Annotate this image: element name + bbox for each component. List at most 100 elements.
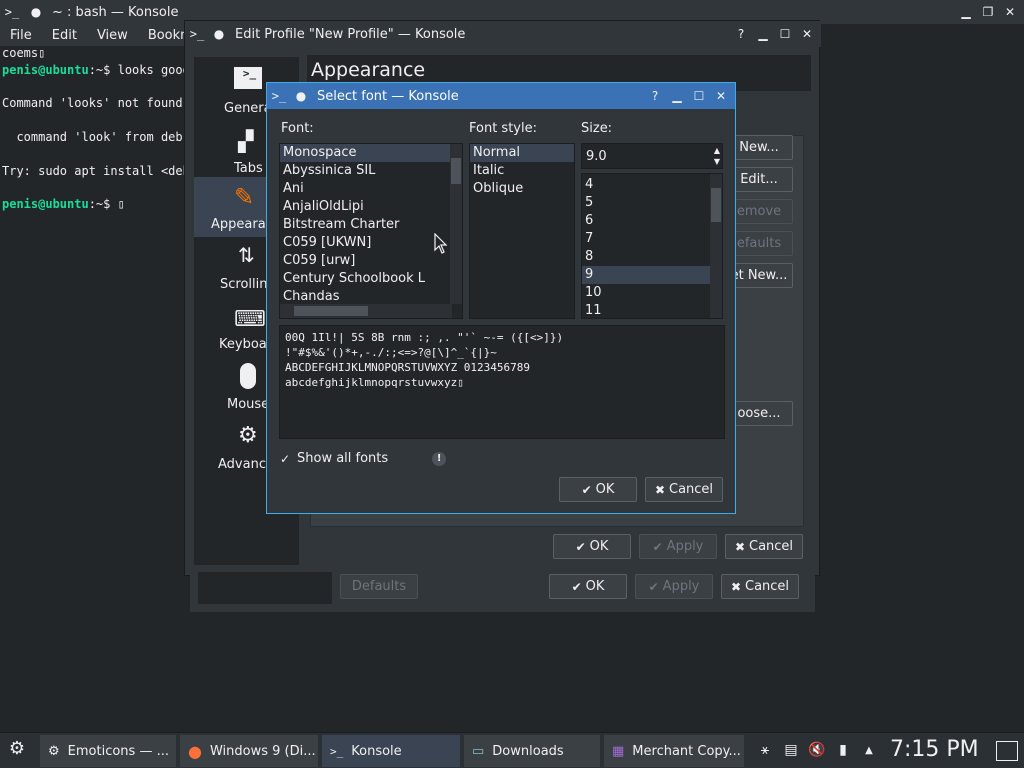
- konsole-icon: >_: [330, 744, 344, 758]
- tabs-icon: ▞: [238, 129, 254, 153]
- font-family-item[interactable]: Century Schoolbook L: [280, 270, 462, 288]
- font-ok-button[interactable]: ✔ OK: [559, 477, 637, 502]
- menu-edit[interactable]: Edit: [42, 28, 87, 43]
- minimize-icon[interactable]: ▁: [669, 88, 685, 104]
- close-icon[interactable]: ✕: [799, 26, 815, 42]
- menu-view[interactable]: View: [87, 28, 138, 43]
- task-emoticons[interactable]: ⚙ Emoticons — ...: [40, 735, 176, 767]
- font-style-list[interactable]: Normal Italic Oblique: [469, 143, 575, 319]
- font-family-item[interactable]: AnjaliOldLipi: [280, 198, 462, 216]
- close-icon[interactable]: ✕: [713, 88, 729, 104]
- clipboard-icon[interactable]: ▤: [782, 741, 800, 759]
- mouse-icon: [240, 363, 256, 389]
- volume-muted-icon[interactable]: 🔇: [808, 741, 826, 759]
- terminal-line: penis@ubuntu:~$ looks good: [2, 63, 190, 80]
- font-family-item[interactable]: Ani: [280, 180, 462, 198]
- maximize-icon[interactable]: ❐: [980, 4, 996, 20]
- scrolling-icon: ⇅: [238, 243, 255, 267]
- font-list-hscrollbar[interactable]: [280, 304, 452, 318]
- task-firefox[interactable]: ● Windows 9 (Di...: [180, 735, 318, 767]
- cancel-button[interactable]: ✖ Cancel: [725, 534, 803, 559]
- info-icon[interactable]: !: [432, 451, 447, 466]
- apply-button-secondary[interactable]: ✔ Apply: [635, 574, 713, 599]
- font-cancel-button[interactable]: ✖ Cancel: [645, 477, 723, 502]
- prompt-user: penis@ubuntu: [2, 62, 89, 77]
- network-icon[interactable]: ⚹: [756, 741, 774, 759]
- settings-icon: ⚙: [48, 743, 60, 759]
- font-size-items: 4 5 6 7 8 9 10 11: [582, 174, 722, 318]
- konsole-app-icon: >_: [271, 89, 287, 103]
- font-size-item[interactable]: 4: [582, 176, 722, 194]
- window-menu-icon[interactable]: ●: [211, 26, 227, 42]
- terminal-line: Command 'looks' not found,: [2, 96, 190, 111]
- font-family-item[interactable]: Abyssinica SIL: [280, 162, 462, 180]
- maximize-icon[interactable]: ☐: [691, 88, 707, 104]
- profile-window-title: Edit Profile "New Profile" — Konsole: [235, 26, 466, 42]
- font-size-item[interactable]: 7: [582, 230, 722, 248]
- font-size-item[interactable]: 11: [582, 302, 722, 318]
- font-style-item[interactable]: Italic: [470, 162, 574, 180]
- window-menu-icon[interactable]: ●: [28, 4, 44, 20]
- tray-expand-icon[interactable]: ▲: [860, 741, 878, 759]
- maximize-icon[interactable]: ☐: [777, 26, 793, 42]
- prompt-command: :~$ looks good: [88, 62, 190, 77]
- font-size-item[interactable]: 8: [582, 248, 722, 266]
- battery-icon[interactable]: ▮: [834, 741, 852, 759]
- font-size-list[interactable]: 4 5 6 7 8 9 10 11: [581, 173, 723, 319]
- defaults-button[interactable]: Defaults: [340, 574, 418, 599]
- font-list-vscrollbar[interactable]: [450, 144, 462, 304]
- ok-button[interactable]: ✔ OK: [553, 534, 631, 559]
- font-dialog-title: Select font — Konsole: [317, 88, 459, 104]
- font-family-item[interactable]: Monospace: [280, 144, 462, 162]
- show-desktop-icon[interactable]: [996, 741, 1018, 761]
- size-list-vscrollbar[interactable]: [710, 174, 722, 318]
- check-icon: ✔: [571, 579, 582, 594]
- terminal-line: coems▯: [2, 46, 46, 60]
- font-size-input[interactable]: 9.0 ▲ ▼: [581, 143, 723, 169]
- font-label: Font:: [281, 121, 314, 136]
- window-menu-icon[interactable]: ●: [293, 88, 309, 104]
- task-downloads[interactable]: ▭ Downloads: [464, 735, 600, 767]
- minimize-icon[interactable]: ▁: [958, 4, 974, 20]
- cancel-button-secondary[interactable]: ✖ Cancel: [721, 574, 799, 599]
- taskbar: ⚙ ⚙ Emoticons — ... ● Windows 9 (Di... >_ K…: [0, 732, 1024, 768]
- prompt-user: penis@ubuntu: [2, 197, 89, 212]
- task-konsole[interactable]: >_ Konsole: [322, 735, 460, 767]
- font-size-item[interactable]: 10: [582, 284, 722, 302]
- check-icon: ✔: [581, 482, 592, 497]
- background-dialog: Defaults ✔ OK ✔ Apply ✖ Cancel: [190, 572, 815, 612]
- merchant-icon: ▦: [612, 743, 625, 759]
- firefox-icon: ●: [188, 741, 202, 761]
- close-icon[interactable]: ✕: [1002, 4, 1018, 20]
- font-family-list[interactable]: Monospace Abyssinica SIL Ani AnjaliOldLipi B…: [279, 143, 463, 319]
- prompt-command: :~$ ▯: [88, 197, 125, 212]
- app-launcher-icon[interactable]: ⚙: [8, 738, 26, 759]
- font-style-item[interactable]: Oblique: [470, 180, 574, 198]
- konsole-menubar: File Edit View Bookmar: [0, 24, 206, 46]
- task-merchant[interactable]: ▦ Merchant Copy...: [604, 735, 744, 767]
- font-preview[interactable]: 00Q 1Il!| 5S 8B rnm :; ,. "'` ~-= ({[<>]…: [279, 325, 725, 439]
- ok-button-secondary[interactable]: ✔ OK: [549, 574, 627, 599]
- font-size-item[interactable]: 6: [582, 212, 722, 230]
- terminal-output[interactable]: coems▯ penis@ubuntu:~$ looks good Command …: [0, 46, 190, 732]
- help-icon[interactable]: ?: [733, 26, 749, 42]
- font-style-item[interactable]: Normal: [470, 144, 574, 162]
- minimize-icon[interactable]: ▁: [755, 26, 771, 42]
- font-size-item[interactable]: 9: [582, 266, 722, 284]
- font-size-item[interactable]: 5: [582, 194, 722, 212]
- apply-button[interactable]: ✔ Apply: [639, 534, 717, 559]
- size-spinner-icon[interactable]: ▲ ▼: [714, 145, 720, 167]
- clock[interactable]: 7:15 PM: [890, 737, 979, 762]
- menu-file[interactable]: File: [0, 28, 42, 43]
- terminal-line: Try: sudo apt install <deb: [2, 163, 190, 178]
- page-title: Appearance: [311, 59, 426, 81]
- help-icon[interactable]: ?: [647, 88, 663, 104]
- close-icon: ✖: [654, 482, 665, 497]
- font-style-items: Normal Italic Oblique: [470, 144, 574, 198]
- keyboard-icon: ⌨: [234, 307, 266, 332]
- font-family-item[interactable]: Bitstream Charter: [280, 216, 462, 234]
- check-icon: ✔: [575, 539, 586, 554]
- show-all-fonts-checkbox[interactable]: ✓ Show all fonts !: [279, 451, 447, 466]
